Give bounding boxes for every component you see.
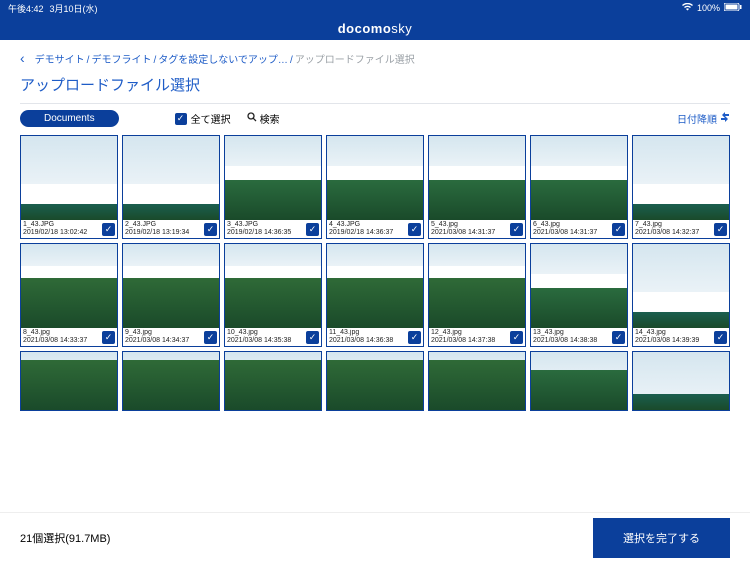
- file-cell[interactable]: 8_43.jpg2021/03/08 14:33:37✓: [20, 243, 118, 347]
- selection-checkbox[interactable]: ✓: [714, 223, 727, 236]
- thumbnail: [21, 244, 117, 328]
- status-date: 3月10日(水): [50, 2, 98, 15]
- thumbnail: [531, 352, 627, 410]
- thumbnail: [531, 244, 627, 328]
- back-button[interactable]: ‹: [20, 50, 25, 66]
- selection-checkbox[interactable]: ✓: [714, 331, 727, 344]
- thumbnail: [123, 352, 219, 410]
- documents-button[interactable]: Documents: [20, 110, 119, 127]
- thumbnail: [21, 136, 117, 220]
- selection-checkbox[interactable]: ✓: [204, 331, 217, 344]
- file-grid: 1_43.JPG2019/02/18 13:02:42✓2_43.JPG2019…: [20, 135, 730, 411]
- status-time: 午後4:42: [8, 2, 44, 15]
- selection-checkbox[interactable]: ✓: [612, 331, 625, 344]
- thumbnail: [327, 244, 423, 328]
- file-cell[interactable]: 11_43.jpg2021/03/08 14:36:38✓: [326, 243, 424, 347]
- wifi-icon: [682, 3, 693, 13]
- selection-checkbox[interactable]: ✓: [612, 223, 625, 236]
- brand-docomo: docomo: [338, 21, 392, 36]
- search-button[interactable]: 検索: [247, 111, 280, 126]
- file-cell[interactable]: 9_43.jpg2021/03/08 14:34:37✓: [122, 243, 220, 347]
- app-header: docomo sky: [0, 16, 750, 40]
- file-cell[interactable]: 12_43.jpg2021/03/08 14:37:38✓: [428, 243, 526, 347]
- battery-percent: 100%: [697, 3, 720, 13]
- thumbnail: [21, 352, 117, 410]
- sort-dropdown[interactable]: 日付降順: [677, 111, 730, 126]
- thumbnail: [633, 352, 729, 410]
- checkbox-icon: ✓: [175, 113, 187, 125]
- thumbnail: [531, 136, 627, 220]
- file-cell[interactable]: 7_43.jpg2021/03/08 14:32:37✓: [632, 135, 730, 239]
- selection-checkbox[interactable]: ✓: [510, 223, 523, 236]
- file-cell[interactable]: 13_43.jpg2021/03/08 14:38:38✓: [530, 243, 628, 347]
- selection-checkbox[interactable]: ✓: [102, 223, 115, 236]
- selection-summary: 21個選択(91.7MB): [20, 530, 110, 546]
- thumbnail: [633, 136, 729, 220]
- file-cell[interactable]: 1_43.JPG2019/02/18 13:02:42✓: [20, 135, 118, 239]
- page-title: アップロードファイル選択: [20, 74, 730, 95]
- file-cell[interactable]: 4_43.JPG2019/02/18 14:36:37✓: [326, 135, 424, 239]
- breadcrumb-current: アップロードファイル選択: [295, 55, 415, 66]
- file-cell[interactable]: 3_43.JPG2019/02/18 14:36:35✓: [224, 135, 322, 239]
- search-icon: [247, 112, 257, 125]
- selection-checkbox[interactable]: ✓: [408, 223, 421, 236]
- battery-icon: [724, 3, 742, 13]
- breadcrumb-link[interactable]: デモサイト: [35, 55, 85, 66]
- thumbnail: [327, 136, 423, 220]
- selection-checkbox[interactable]: ✓: [204, 223, 217, 236]
- file-cell[interactable]: 16_43.jpg✓: [122, 351, 220, 411]
- selection-checkbox[interactable]: ✓: [408, 331, 421, 344]
- thumbnail: [123, 136, 219, 220]
- file-cell[interactable]: 18_43.jpg✓: [326, 351, 424, 411]
- thumbnail: [225, 352, 321, 410]
- file-cell[interactable]: 20_43.jpg✓: [530, 351, 628, 411]
- file-cell[interactable]: 14_43.jpg2021/03/08 14:39:39✓: [632, 243, 730, 347]
- file-cell[interactable]: 19_43.jpg✓: [428, 351, 526, 411]
- select-all-toggle[interactable]: ✓ 全て選択: [175, 111, 231, 126]
- file-cell[interactable]: 21_43.jpg✓: [632, 351, 730, 411]
- breadcrumb-link[interactable]: タグを設定しないでアップ…: [158, 55, 288, 66]
- thumbnail: [327, 352, 423, 410]
- breadcrumb: デモサイト/デモフライト/タグを設定しないでアップ…/アップロードファイル選択: [35, 51, 415, 66]
- thumbnail: [225, 244, 321, 328]
- thumbnail: [429, 244, 525, 328]
- selection-checkbox[interactable]: ✓: [306, 223, 319, 236]
- status-bar: 午後4:42 3月10日(水) 100%: [0, 0, 750, 16]
- footer: 21個選択(91.7MB) 選択を完了する: [0, 512, 750, 562]
- file-cell[interactable]: 17_43.jpg✓: [224, 351, 322, 411]
- swap-icon: [720, 112, 730, 125]
- thumbnail: [429, 352, 525, 410]
- selection-checkbox[interactable]: ✓: [102, 331, 115, 344]
- selection-checkbox[interactable]: ✓: [510, 331, 523, 344]
- thumbnail: [123, 244, 219, 328]
- file-cell[interactable]: 6_43.jpg2021/03/08 14:31:37✓: [530, 135, 628, 239]
- brand-sky: sky: [391, 21, 412, 36]
- file-cell[interactable]: 10_43.jpg2021/03/08 14:35:38✓: [224, 243, 322, 347]
- search-label: 検索: [260, 111, 280, 126]
- selection-checkbox[interactable]: ✓: [306, 331, 319, 344]
- toolbar: Documents ✓ 全て選択 検索 日付降順: [20, 110, 730, 127]
- divider: [20, 103, 730, 104]
- select-all-label: 全て選択: [191, 111, 231, 126]
- thumbnail: [633, 244, 729, 328]
- file-cell[interactable]: 15_43.jpg✓: [20, 351, 118, 411]
- breadcrumb-link[interactable]: デモフライト: [91, 55, 151, 66]
- file-cell[interactable]: 5_43.jpg2021/03/08 14:31:37✓: [428, 135, 526, 239]
- thumbnail: [429, 136, 525, 220]
- complete-selection-button[interactable]: 選択を完了する: [593, 518, 730, 558]
- sort-label: 日付降順: [677, 111, 717, 126]
- thumbnail: [225, 136, 321, 220]
- file-cell[interactable]: 2_43.JPG2019/02/18 13:19:34✓: [122, 135, 220, 239]
